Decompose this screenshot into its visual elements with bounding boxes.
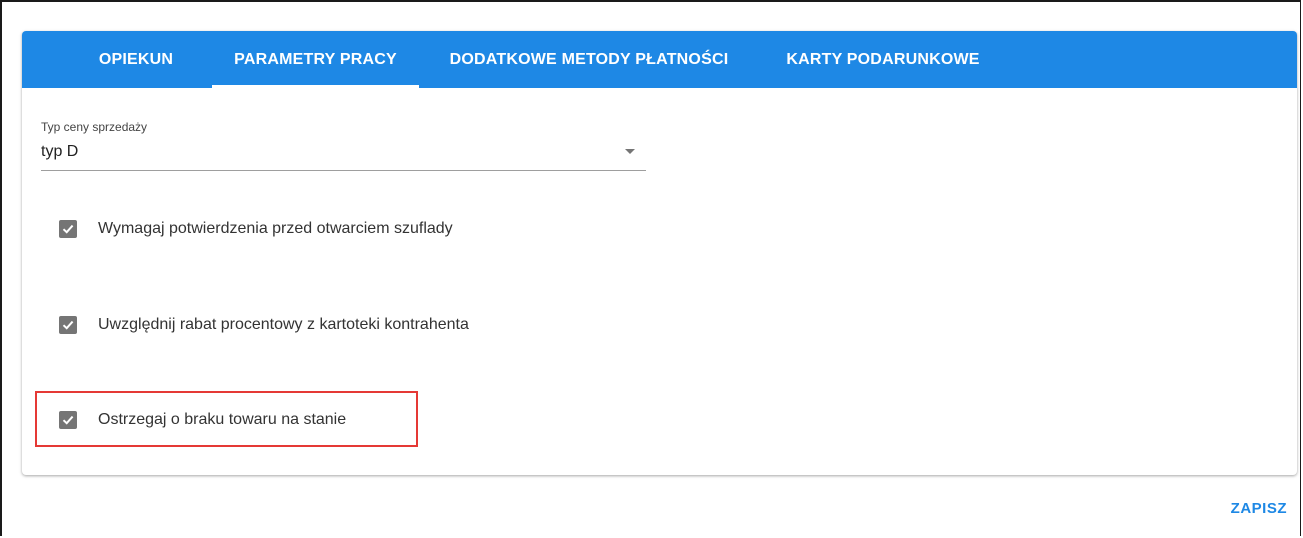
checkbox-checked-icon[interactable]: [59, 316, 77, 334]
checkbox-checked-icon[interactable]: [59, 411, 77, 429]
tab-karty-podarunkowe[interactable]: KARTY PODARUNKOWE: [759, 31, 1007, 88]
tab-label: OPIEKUN: [98, 50, 174, 68]
tab-opiekun[interactable]: OPIEKUN: [61, 31, 211, 88]
dropdown-arrow-icon[interactable]: [625, 149, 635, 154]
save-button[interactable]: ZAPISZ: [1231, 500, 1287, 517]
option-label: Wymagaj potwierdzenia przed otwarciem sz…: [98, 220, 453, 237]
settings-card: OPIEKUN PARAMETRY PRACY DODATKOWE METODY…: [22, 31, 1297, 475]
option-stock-warning[interactable]: Ostrzegaj o braku towaru na stanie: [59, 408, 346, 432]
tab-label: PARAMETRY PRACY: [234, 50, 397, 68]
price-type-value: typ D: [41, 143, 79, 160]
tab-dodatkowe-metody-platnosci[interactable]: DODATKOWE METODY PŁATNOŚCI: [419, 31, 759, 88]
option-percent-discount[interactable]: Uwzględnij rabat procentowy z kartoteki …: [59, 313, 469, 337]
price-type-label: Typ ceny sprzedaży: [41, 120, 148, 134]
tab-label: DODATKOWE METODY PŁATNOŚCI: [449, 50, 729, 68]
option-confirm-drawer[interactable]: Wymagaj potwierdzenia przed otwarciem sz…: [59, 217, 453, 241]
tab-label: KARTY PODARUNKOWE: [786, 50, 980, 68]
checkbox-checked-icon[interactable]: [59, 220, 77, 238]
option-label: Uwzględnij rabat procentowy z kartoteki …: [98, 316, 469, 333]
tab-parametry-pracy[interactable]: PARAMETRY PRACY: [212, 31, 419, 88]
option-label: Ostrzegaj o braku towaru na stanie: [98, 411, 347, 428]
select-underline: [41, 170, 646, 171]
tab-bar: OPIEKUN PARAMETRY PRACY DODATKOWE METODY…: [22, 31, 1297, 88]
